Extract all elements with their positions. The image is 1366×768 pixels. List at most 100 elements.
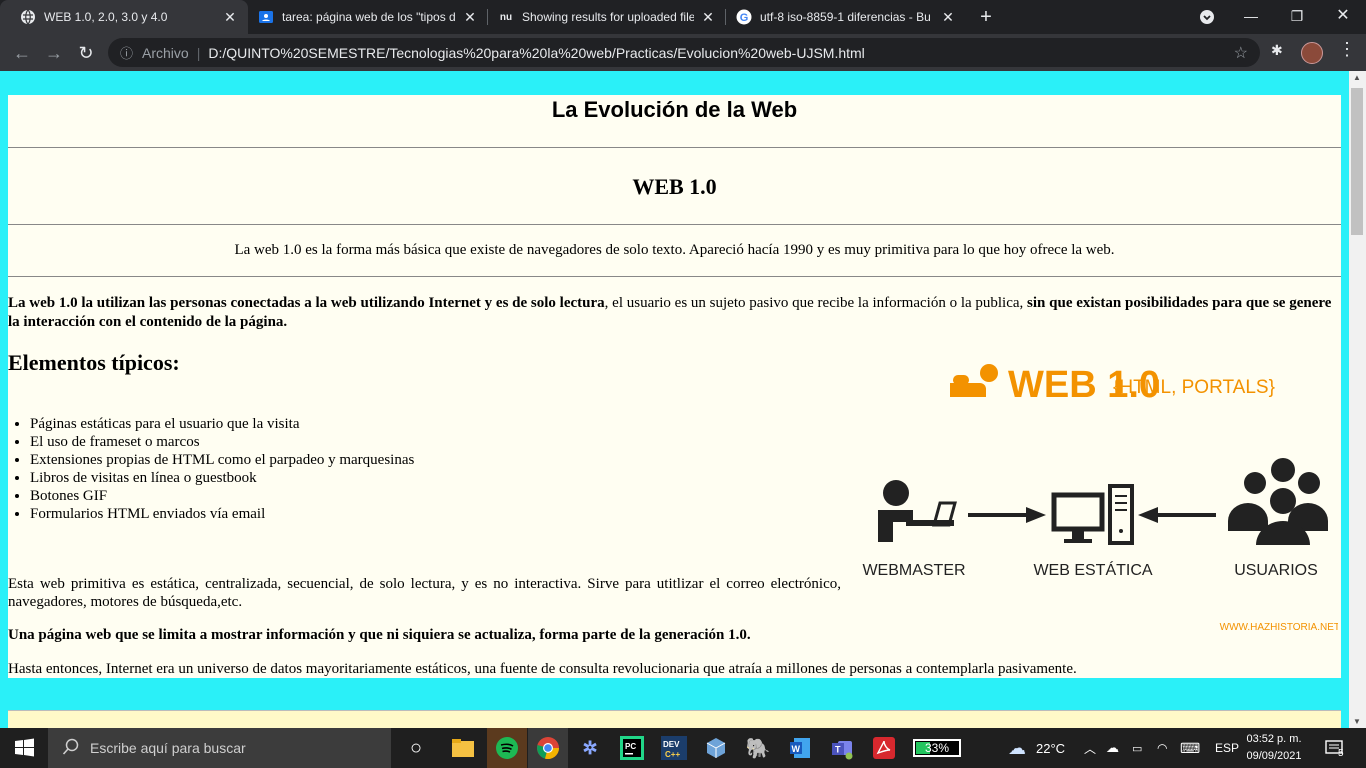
svg-text:T: T [835, 745, 841, 755]
close-tab-icon[interactable]: ✕ [462, 9, 478, 25]
paragraph-web10-usage: La web 1.0 la utilizan las personas cone… [8, 295, 1332, 330]
svg-text:W: W [792, 744, 801, 754]
clock[interactable]: 03:52 p. m. 09/09/2021 [1242, 731, 1306, 765]
browser-toolbar: ← → ↻ ⓘ Archivo | D:/QUINTO%20SEMESTRE/T… [0, 34, 1366, 71]
tray-chevron-icon[interactable]: ︿ [1084, 728, 1096, 768]
vertical-scrollbar[interactable]: ▲ ▼ [1349, 71, 1366, 728]
list-item: El uso de frameset o marcos [30, 433, 414, 451]
battery-tray-icon[interactable]: ▭ [1132, 728, 1142, 768]
notification-count: 5 [1338, 747, 1344, 759]
word-icon[interactable]: W [784, 732, 816, 764]
svg-text:DEV: DEV [663, 740, 680, 749]
postgresql-icon[interactable]: 🐘 [742, 732, 774, 764]
paragraph-generation: Una página web que se limita a mostrar i… [8, 627, 751, 643]
elements-list: Páginas estáticas para el usuario que la… [8, 415, 414, 523]
users-label: USUARIOS [1234, 562, 1318, 579]
tab-classroom[interactable]: tarea: página web de los "tipos d ✕ [248, 0, 488, 34]
globe-icon [20, 9, 36, 25]
page-content: La Evolución de la Web WEB 1.0 La web 1.… [8, 95, 1341, 678]
webmaster-label: WEBMASTER [862, 562, 965, 579]
virtualbox-icon[interactable] [700, 732, 732, 764]
tab-google-search[interactable]: G utf-8 iso-8859-1 diferencias - Bu ✕ [726, 0, 966, 34]
divider [8, 224, 1341, 225]
figure-subheading: {HTML, PORTALS} [1113, 377, 1275, 398]
url-text[interactable]: D:/QUINTO%20SEMESTRE/Tecnologias%20para%… [208, 45, 864, 61]
computer-icon [1051, 484, 1134, 545]
close-tab-icon[interactable]: ✕ [222, 9, 238, 25]
person-laptop-icon [950, 364, 998, 397]
wifi-icon[interactable]: ◠ [1157, 728, 1167, 768]
windows-start-icon[interactable] [0, 728, 48, 768]
list-item: Páginas estáticas para el usuario que la… [30, 415, 414, 433]
language-indicator[interactable]: ESP [1215, 728, 1239, 768]
avatar[interactable] [1301, 42, 1323, 64]
list-item: Formularios HTML enviados vía email [30, 505, 414, 523]
devcpp-icon[interactable]: DEV C++ [658, 732, 690, 764]
restore-icon[interactable]: ❐ [1274, 0, 1320, 34]
nu-icon: nu [499, 11, 513, 23]
divider [8, 276, 1341, 277]
arrow-left-icon [1138, 507, 1216, 523]
chrome-icon[interactable] [528, 728, 568, 768]
network-app-icon[interactable]: ✲ [574, 732, 606, 764]
close-tab-icon[interactable]: ✕ [700, 9, 716, 25]
taskbar-search[interactable]: Escribe aquí para buscar [48, 728, 391, 768]
info-icon[interactable]: ⓘ [120, 43, 136, 62]
new-tab-icon[interactable]: + [976, 7, 996, 27]
classroom-icon [258, 9, 274, 25]
elements-heading: Elementos típicos: [8, 350, 180, 375]
reload-icon[interactable]: ↻ [74, 41, 98, 65]
back-icon[interactable]: ← [10, 41, 34, 65]
weather-temp: 22°C [1036, 740, 1066, 756]
search-placeholder: Escribe aquí para buscar [90, 740, 246, 756]
address-bar[interactable]: ⓘ Archivo | D:/QUINTO%20SEMESTRE/Tecnolo… [108, 38, 1260, 67]
close-window-icon[interactable]: ✕ [1320, 0, 1366, 34]
tab-strip: WEB 1.0, 2.0, 3.0 y 4.0 ✕ tarea: página … [0, 0, 1366, 34]
tab-title: utf-8 iso-8859-1 diferencias - Bu [760, 10, 931, 24]
forward-icon[interactable]: → [42, 41, 66, 65]
battery-percent: 33% [925, 741, 950, 755]
section-heading: WEB 1.0 [632, 174, 717, 199]
intro-text: La web 1.0 es la forma más básica que ex… [234, 242, 1115, 258]
static-web-label: WEB ESTÁTICA [1033, 560, 1152, 579]
svg-text:PC: PC [625, 742, 636, 751]
tab-title: Showing results for uploaded file [522, 10, 694, 24]
paragraph-static-web: Esta web primitiva es estática, centrali… [8, 576, 841, 610]
task-view-icon[interactable]: ○ [400, 732, 432, 764]
tab-search-icon[interactable] [1184, 0, 1230, 34]
tab-title: WEB 1.0, 2.0, 3.0 y 4.0 [44, 10, 168, 24]
scroll-up-icon[interactable]: ▲ [1353, 73, 1361, 82]
clock-date: 09/09/2021 [1246, 750, 1302, 762]
tab-web-versions[interactable]: WEB 1.0, 2.0, 3.0 y 4.0 ✕ [0, 0, 248, 34]
scroll-thumb[interactable] [1351, 88, 1363, 235]
divider [8, 147, 1341, 148]
arrow-right-icon [968, 507, 1046, 523]
spotify-icon[interactable] [487, 728, 527, 768]
bookmark-star-icon[interactable]: ☆ [1234, 43, 1248, 63]
notifications-icon[interactable]: 5 [1324, 728, 1344, 768]
teams-icon[interactable]: T [826, 732, 858, 764]
google-icon: G [736, 9, 752, 25]
tab-title: tarea: página web de los "tipos d [282, 10, 456, 24]
keyboard-icon[interactable]: ⌨ [1180, 728, 1200, 768]
svg-text:C++: C++ [665, 750, 680, 759]
credit-label: WWW.HAZHISTORIA.NET [1220, 622, 1338, 633]
menu-icon[interactable]: ⋮ [1338, 40, 1356, 58]
paragraph-history: Hasta entonces, Internet era un universo… [8, 661, 1077, 677]
list-item: Extensiones propias de HTML como el parp… [30, 451, 414, 469]
onedrive-icon[interactable]: ☁ [1106, 728, 1119, 768]
close-tab-icon[interactable]: ✕ [940, 9, 956, 25]
battery-indicator[interactable]: 33% [911, 732, 963, 764]
acrobat-icon[interactable] [868, 732, 900, 764]
cloud-icon: ☁ [1008, 737, 1026, 758]
file-explorer-icon[interactable] [447, 732, 479, 764]
minimize-icon[interactable]: — [1228, 0, 1274, 34]
weather-widget[interactable]: ☁ 22°C [1008, 728, 1065, 768]
scroll-down-icon[interactable]: ▼ [1353, 717, 1361, 726]
extensions-icon[interactable]: ✱ [1271, 42, 1283, 59]
list-item: Libros de visitas en línea o guestbook [30, 469, 414, 487]
tab-uploaded-file[interactable]: nu Showing results for uploaded file ✕ [488, 0, 726, 34]
search-icon [62, 738, 80, 759]
pycharm-icon[interactable]: PC [616, 732, 648, 764]
scheme-label: Archivo [142, 44, 189, 61]
